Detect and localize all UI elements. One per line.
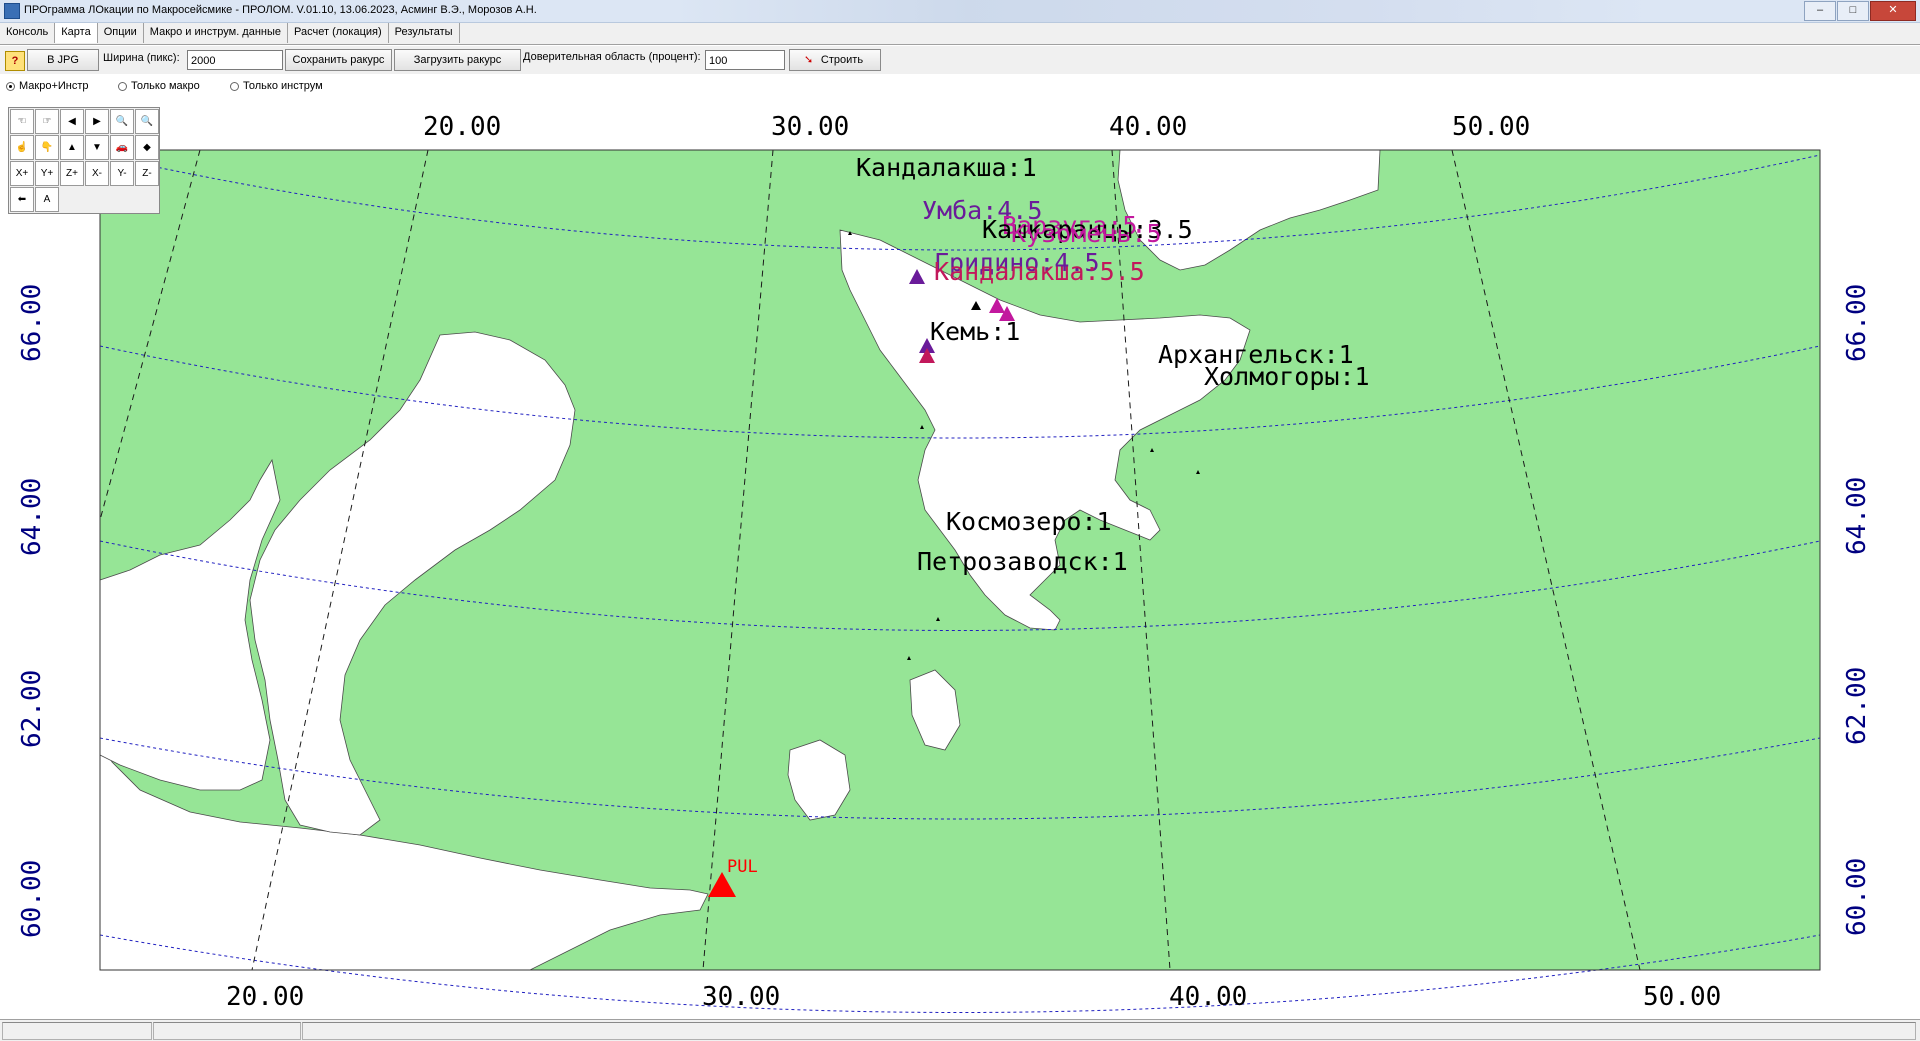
radio-label: Макро+Инстр (19, 80, 89, 92)
radio-dot (118, 81, 127, 91)
width-input[interactable]: 2000 (187, 50, 283, 70)
tab-macro-data[interactable]: Макро и инструм. данные (144, 23, 289, 43)
lat-label-right-60: 60.00 (1842, 858, 1872, 936)
app-icon (4, 3, 20, 19)
hand-down-icon[interactable]: 👇 (35, 135, 59, 160)
lon-label-bottom-20: 20.00 (226, 982, 304, 1012)
tab-console[interactable]: Консоль (0, 23, 56, 43)
hand-left-icon[interactable]: ☜ (10, 109, 34, 134)
map-toolbar: ? В JPG Ширина (пикс): 2000 Сохранить ра… (0, 46, 1920, 74)
station-label-kholmogory: Холмогоры:1 (1204, 362, 1370, 391)
zoom-out-icon[interactable]: 🔍 (110, 109, 134, 134)
status-pane-1 (2, 1022, 152, 1040)
lat-label-left-62: 62.00 (17, 670, 47, 748)
lat-label-left-60: 60.00 (17, 860, 47, 938)
lat-label-left-66: 66.00 (17, 284, 47, 362)
lon-label-bottom-30: 30.00 (702, 982, 780, 1012)
load-view-button[interactable]: Загрузить ракурс (394, 49, 521, 71)
save-view-button[interactable]: Сохранить ракурс (285, 49, 392, 71)
radio-macro-only[interactable]: Только макро (118, 80, 200, 92)
station-label-kosmozero: Космозеро:1 (946, 507, 1112, 536)
station-label-kem: Кемь:1 (930, 317, 1020, 346)
radio-dot (230, 81, 239, 91)
y-minus-icon[interactable]: Y- (110, 161, 134, 186)
help-button[interactable]: ? (5, 51, 25, 71)
lat-label-right-66: 66.00 (1842, 284, 1872, 362)
status-pane-2 (153, 1022, 301, 1040)
arrow-right-icon[interactable]: ▶ (85, 109, 109, 134)
background-taskbar-ghost (670, 0, 1660, 22)
build-button-label: Строить (820, 54, 864, 66)
lon-label-top-30: 30.00 (771, 112, 849, 142)
station-label-pul: PUL (727, 857, 758, 877)
close-button[interactable]: ✕ (1870, 1, 1916, 21)
confidence-label: Доверительная область (процент): (523, 51, 701, 63)
station-label-kandalaksha-macro: Кандалакша:5.5 (934, 257, 1145, 286)
radio-instr-only[interactable]: Только инструм (230, 80, 323, 92)
station-label-kandalaksha: Кандалакша:1 (856, 153, 1037, 182)
build-arrow-icon: ➘ (804, 54, 814, 66)
arrow-up-icon[interactable]: ▲ (60, 135, 84, 160)
tab-bar: Консоль Карта Опции Макро и инструм. дан… (0, 23, 1920, 45)
lon-label-bottom-50: 50.00 (1643, 982, 1721, 1012)
lon-label-bottom-40: 40.00 (1169, 982, 1247, 1012)
map-canvas[interactable]: 20.00 30.00 40.00 50.00 20.00 30.00 40.0… (0, 100, 1920, 1018)
lon-label-top-20: 20.00 (423, 112, 501, 142)
top-longitude-labels: 20.00 30.00 40.00 50.00 (423, 112, 1530, 142)
lat-label-left-64: 64.00 (17, 478, 47, 556)
width-label: Ширина (пикс): (103, 52, 180, 64)
y-plus-icon[interactable]: Y+ (35, 161, 59, 186)
window-title: ПРОграмма ЛОкации по Макросейсмике - ПРО… (24, 4, 537, 16)
x-plus-icon[interactable]: X+ (10, 161, 34, 186)
station-label-petrozavodsk: Петрозаводск:1 (917, 547, 1128, 576)
hand-right-icon[interactable]: ☞ (35, 109, 59, 134)
z-minus-icon[interactable]: Z- (135, 161, 159, 186)
status-bar (0, 1019, 1920, 1041)
eraser-icon[interactable]: ◆ (135, 135, 159, 160)
arrow-left-icon[interactable]: ◀ (60, 109, 84, 134)
tab-map[interactable]: Карта (55, 23, 98, 43)
maximize-button[interactable]: □ (1837, 1, 1869, 21)
car-icon[interactable]: 🚗 (110, 135, 134, 160)
minimize-button[interactable]: – (1804, 1, 1836, 21)
lon-label-top-40: 40.00 (1109, 112, 1187, 142)
confidence-input[interactable]: 100 (705, 50, 785, 70)
arrow-down-icon[interactable]: ▼ (85, 135, 109, 160)
build-button[interactable]: ➘ Строить (789, 49, 881, 71)
zoom-in-icon[interactable]: 🔍 (135, 109, 159, 134)
radio-label: Только инструм (243, 80, 323, 92)
tab-results[interactable]: Результаты (389, 23, 460, 43)
text-tool-icon[interactable]: A (35, 187, 59, 212)
x-minus-icon[interactable]: X- (85, 161, 109, 186)
data-mode-radio-group: Макро+Инстр Только макро Только инструм (0, 80, 1920, 98)
lon-label-top-50: 50.00 (1452, 112, 1530, 142)
bottom-longitude-labels: 20.00 30.00 40.00 50.00 (226, 982, 1721, 1012)
lat-label-right-62: 62.00 (1842, 667, 1872, 745)
title-bar: ПРОграмма ЛОкации по Макросейсмике - ПРО… (0, 0, 1920, 23)
tab-options[interactable]: Опции (98, 23, 144, 43)
hand-up-icon[interactable]: ☝ (10, 135, 34, 160)
status-pane-3 (302, 1022, 1916, 1040)
radio-label: Только макро (131, 80, 200, 92)
export-jpg-button[interactable]: В JPG (27, 49, 99, 71)
lat-label-right-64: 64.00 (1842, 477, 1872, 555)
map-tool-palette: ☜ ☞ ◀ ▶ 🔍 🔍 ☝ 👇 ▲ ▼ 🚗 ◆ X+ Y+ Z+ X- Y- Z- ⬅ A (8, 107, 160, 214)
station-label-kuzomen: Кузомень:5 (1011, 219, 1162, 248)
tab-location[interactable]: Расчет (локация) (288, 23, 389, 43)
back-arrow-icon[interactable]: ⬅ (10, 187, 34, 212)
z-plus-icon[interactable]: Z+ (60, 161, 84, 186)
radio-macro-instr[interactable]: Макро+Инстр (6, 80, 89, 92)
radio-dot (6, 81, 15, 91)
